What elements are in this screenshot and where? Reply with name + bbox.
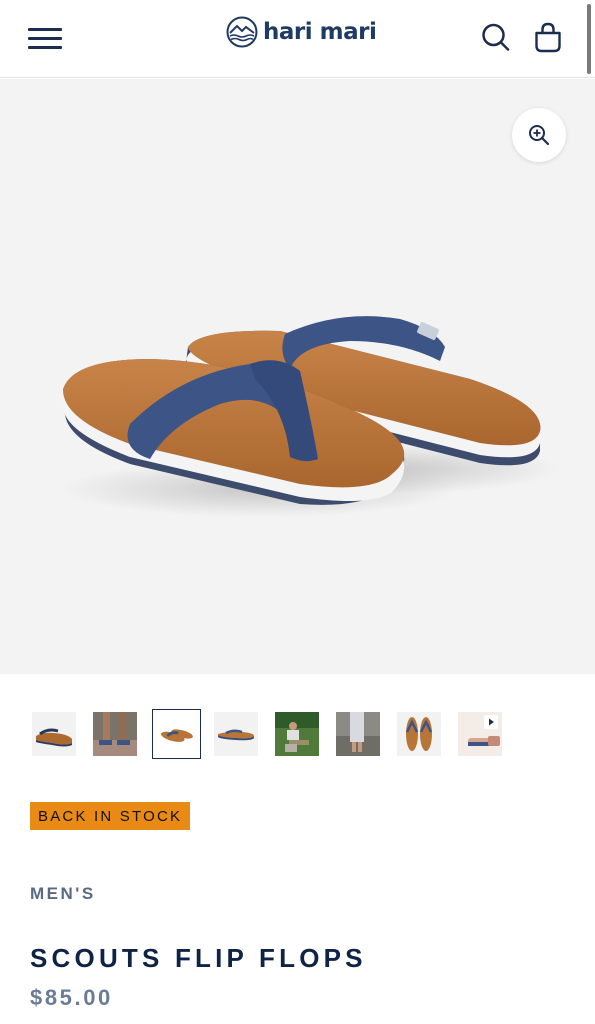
zoom-in-icon[interactable]: [512, 108, 566, 162]
thumbnail-side-profile[interactable]: [214, 712, 258, 756]
thumbnail-man-on-grass[interactable]: [275, 712, 319, 756]
product-category: MEN'S: [30, 884, 96, 903]
product-title: SCOUTS FLIP FLOPS: [30, 943, 367, 973]
status-badge-label: BACK IN STOCK: [38, 807, 183, 825]
thumbnail-pair-front-view[interactable]: [152, 709, 201, 759]
thumbnail-top-down-pair[interactable]: [397, 712, 441, 756]
thumbnail-woman-outdoors[interactable]: [336, 712, 380, 756]
brand-logo[interactable]: hari mari: [226, 14, 377, 50]
thumbnail-side-view[interactable]: [32, 712, 76, 756]
status-badge: BACK IN STOCK: [30, 802, 191, 830]
product-image: [60, 316, 560, 517]
product-gallery[interactable]: [0, 79, 595, 674]
search-icon[interactable]: [480, 20, 514, 56]
thumbnail-feet-on-rocks[interactable]: [93, 712, 137, 756]
play-icon: [484, 715, 498, 729]
thumbnail-video[interactable]: [458, 712, 502, 756]
wave-logo-icon: [226, 16, 258, 48]
page-scrollbar[interactable]: [587, 4, 591, 74]
product-price: $85.00: [30, 985, 113, 1010]
brand-name: hari mari: [263, 19, 377, 45]
shopping-bag-icon[interactable]: [533, 20, 567, 56]
thumbnail-strip: [0, 700, 595, 770]
hamburger-menu-icon[interactable]: [28, 26, 64, 50]
site-header: hari mari: [0, 0, 595, 78]
